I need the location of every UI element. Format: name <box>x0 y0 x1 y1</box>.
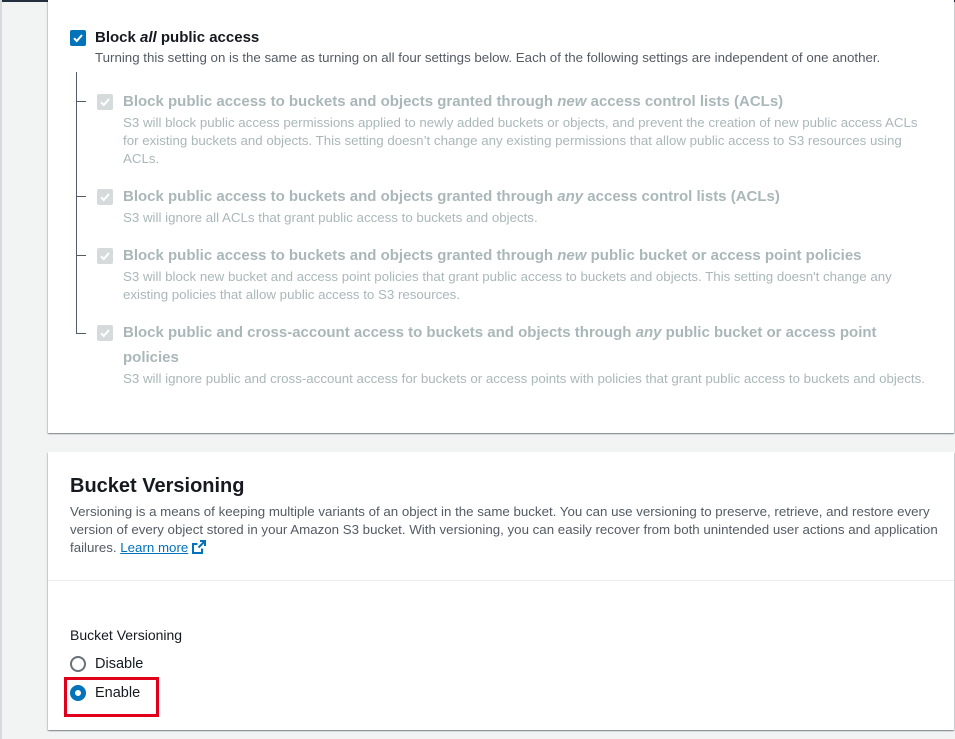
block-any-acls-title: Block public access to buckets and objec… <box>123 188 780 205</box>
block-new-policies-title: Block public access to buckets and objec… <box>123 247 862 264</box>
checkmark-icon <box>100 252 110 261</box>
tree-branch <box>76 255 86 256</box>
checkmark-icon <box>73 34 83 43</box>
block-all-title: Block all public access <box>95 29 260 46</box>
checkmark-icon <box>100 329 110 338</box>
tree-branch <box>76 196 86 197</box>
checkmark-icon <box>100 193 110 202</box>
block-new-policies-checkbox[interactable] <box>97 248 113 264</box>
disable-radio[interactable] <box>70 656 86 672</box>
checkmark-icon <box>100 98 110 107</box>
tree-branch <box>76 333 86 334</box>
learn-more-link[interactable]: Learn more <box>120 540 188 555</box>
block-cross-account-title: Block public and cross-account access to… <box>123 324 877 366</box>
block-cross-account-checkbox[interactable] <box>97 325 113 341</box>
section-divider <box>48 580 954 581</box>
disable-radio-label[interactable]: Disable <box>95 655 143 673</box>
tree-branch <box>76 101 86 102</box>
external-link-icon[interactable] <box>191 539 207 555</box>
block-any-acls-description: S3 will ignore all ACLs that grant publi… <box>123 210 538 225</box>
tree-connector <box>76 72 77 334</box>
block-new-acls-checkbox[interactable] <box>97 94 113 110</box>
block-any-acls-checkbox[interactable] <box>97 189 113 205</box>
block-cross-account-description: S3 will ignore public and cross-account … <box>123 371 925 386</box>
versioning-description: Versioning is a means of keeping multipl… <box>70 504 938 555</box>
block-new-acls-description: S3 will block public access permissions … <box>123 115 918 166</box>
left-edge <box>0 0 2 739</box>
block-new-policies-description: S3 will block new bucket and access poin… <box>123 269 892 302</box>
versioning-heading: Bucket Versioning <box>70 475 245 497</box>
block-all-checkbox[interactable] <box>70 30 86 46</box>
block-new-acls-title: Block public access to buckets and objec… <box>123 93 784 110</box>
versioning-field-label: Bucket Versioning <box>70 627 183 643</box>
block-all-description: Turning this setting on is the same as t… <box>95 50 881 65</box>
enable-highlight-box <box>64 677 159 717</box>
